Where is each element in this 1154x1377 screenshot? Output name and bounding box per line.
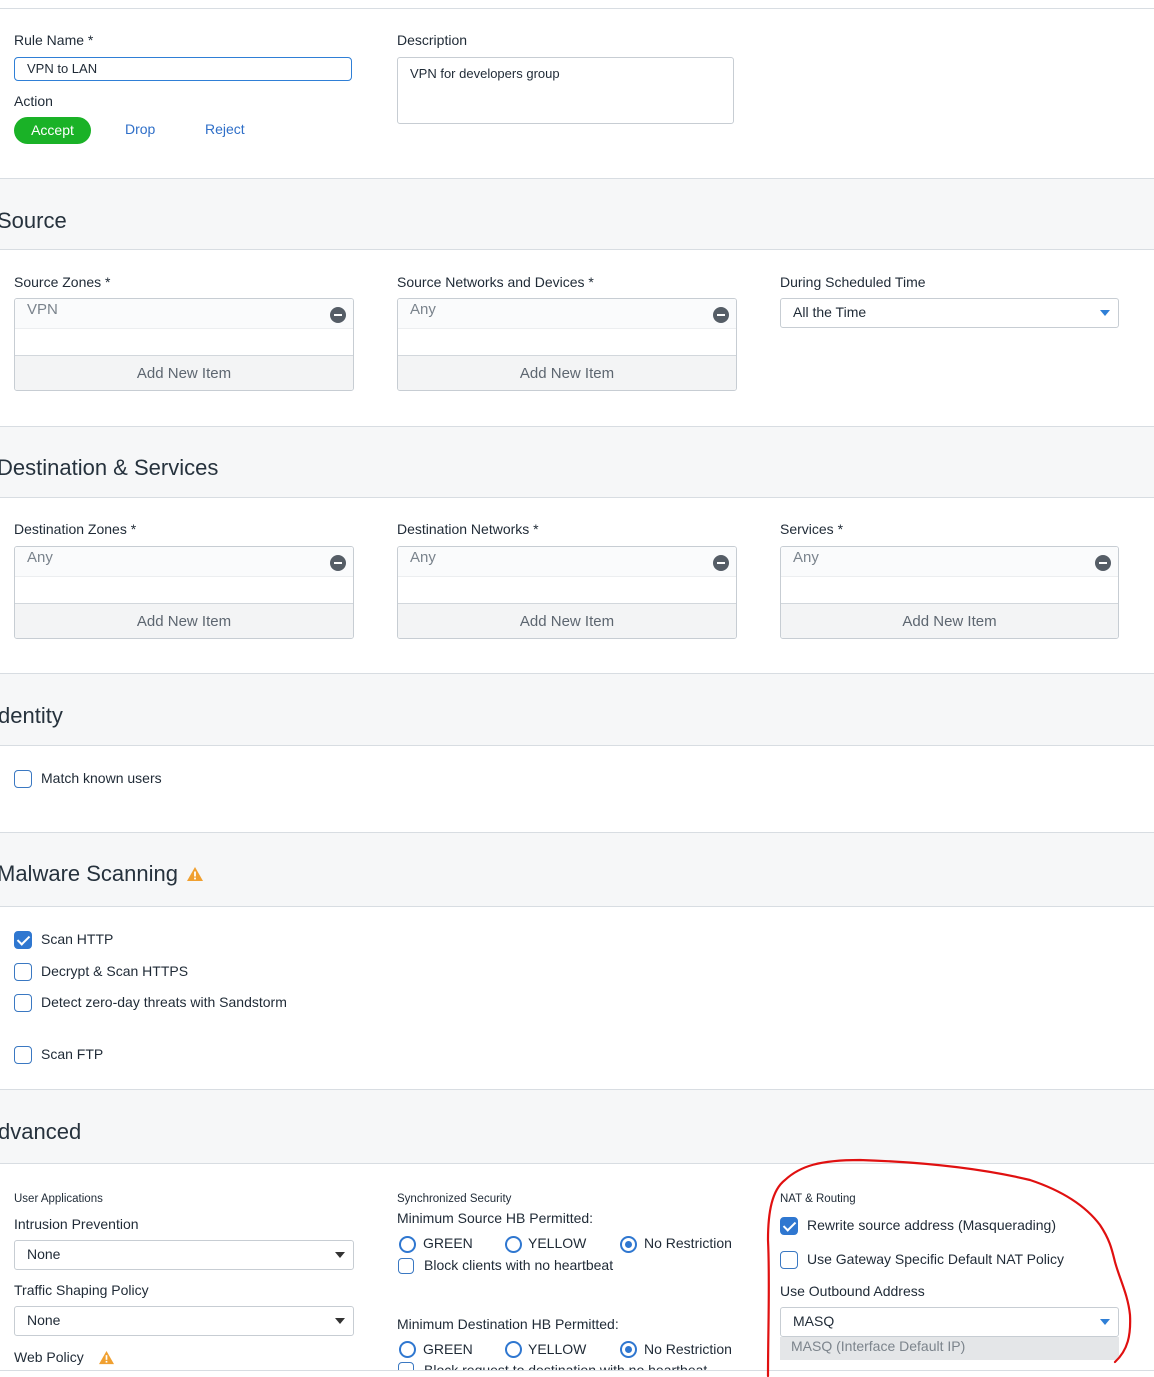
red-annotation-circle: [766, 1158, 1132, 1377]
